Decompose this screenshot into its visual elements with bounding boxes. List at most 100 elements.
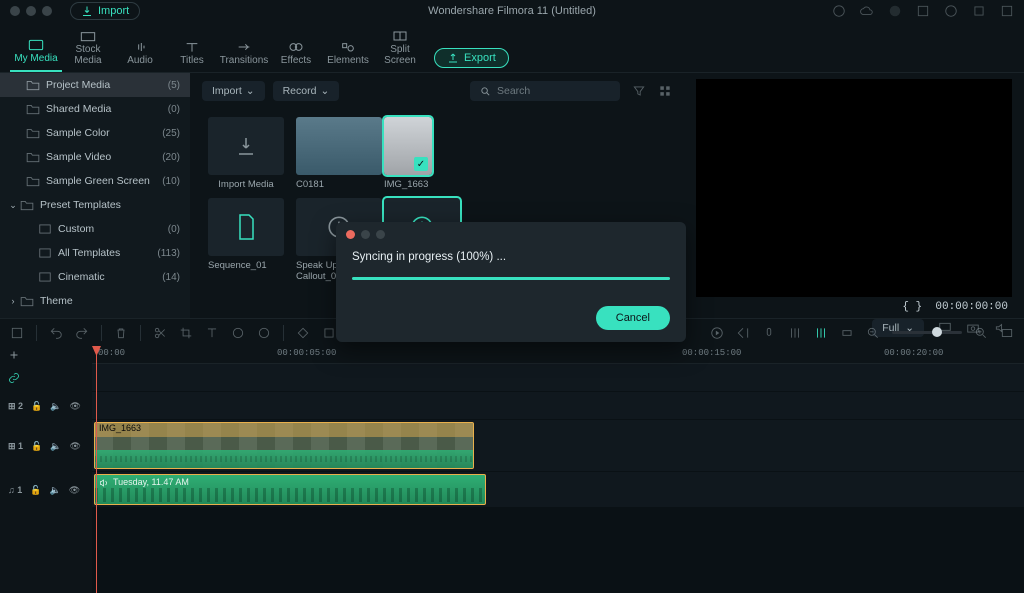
sidebar-item-sample-green[interactable]: Sample Green Screen(10) xyxy=(0,169,190,193)
save-icon[interactable] xyxy=(916,4,930,18)
thumb-c0181[interactable]: C0181 xyxy=(296,117,372,190)
modal-window-controls xyxy=(336,222,686,247)
new-project-icon[interactable] xyxy=(10,326,24,340)
green-screen-icon[interactable] xyxy=(322,326,336,340)
titlebar-actions xyxy=(832,4,1014,18)
sidebar-item-cinematic[interactable]: Cinematic(14) xyxy=(0,265,190,289)
tab-my-media[interactable]: My Media xyxy=(10,35,62,72)
mute-icon[interactable]: 🔈 xyxy=(49,485,60,496)
eye-icon[interactable]: 👁 xyxy=(69,441,80,452)
grid-view-icon[interactable] xyxy=(658,84,672,98)
sidebar-item-sample-color[interactable]: Sample Color(25) xyxy=(0,121,190,145)
lock-icon[interactable]: 🔓 xyxy=(30,485,41,496)
clip-audio-tuesday[interactable]: Tuesday, 11.47 AM xyxy=(94,474,486,505)
thumb-img1663[interactable]: ✓IMG_1663 xyxy=(384,117,432,190)
sidebar-item-project-media[interactable]: Project Media(5) xyxy=(0,73,190,97)
track-a1[interactable]: Tuesday, 11.47 AM xyxy=(92,472,1024,508)
tab-elements[interactable]: Elements xyxy=(322,37,374,72)
fit-icon[interactable] xyxy=(1000,326,1014,340)
keyframe-icon[interactable] xyxy=(296,326,310,340)
minimize-window-icon[interactable] xyxy=(26,6,36,16)
export-button[interactable]: Export xyxy=(434,48,509,68)
track-header-v2[interactable]: ⊞ 2🔓🔈👁 xyxy=(0,392,92,420)
eye-icon[interactable]: 👁 xyxy=(69,485,80,496)
sidebar-item-photos[interactable]: Photos Library xyxy=(0,313,190,318)
thumb-import-media[interactable]: Import Media xyxy=(208,117,284,190)
sync-modal: Syncing in progress (100%) ... Cancel xyxy=(336,222,686,342)
playhead[interactable] xyxy=(96,346,97,593)
tab-stock-media[interactable]: Stock Media xyxy=(62,26,114,72)
avatar-icon[interactable] xyxy=(888,4,902,18)
compass-icon[interactable] xyxy=(832,4,846,18)
clip-video-img1663[interactable]: IMG_1663 xyxy=(94,422,474,469)
mic-icon[interactable] xyxy=(762,326,776,340)
marker-icon[interactable] xyxy=(814,326,828,340)
sidebar-item-shared-media[interactable]: Shared Media(0) xyxy=(0,97,190,121)
timeline-ruler[interactable]: 00:00 00:00:05:00 00:00:15:00 00:00:20:0… xyxy=(92,346,1024,364)
help-icon[interactable] xyxy=(944,4,958,18)
play-icon[interactable] xyxy=(710,326,724,340)
zoom-out-icon[interactable] xyxy=(866,326,880,340)
undo-icon[interactable] xyxy=(49,326,63,340)
snap-icon[interactable] xyxy=(840,326,854,340)
chevron-down-icon: ⌄ xyxy=(246,85,255,97)
filter-icon[interactable] xyxy=(632,84,646,98)
speed-icon[interactable] xyxy=(231,326,245,340)
track-headers: ⊞ 2🔓🔈👁 ⊞ 1🔓🔈👁 ♫ 1🔓🔈👁 xyxy=(0,346,92,593)
tab-effects[interactable]: Effects xyxy=(270,37,322,72)
chevron-down-icon: ⌄ xyxy=(8,200,18,211)
settings-icon[interactable] xyxy=(972,4,986,18)
lock-icon[interactable]: 🔓 xyxy=(31,441,42,452)
preview-video[interactable] xyxy=(696,79,1012,297)
file-icon xyxy=(234,213,258,241)
track-area[interactable]: 00:00 00:00:05:00 00:00:15:00 00:00:20:0… xyxy=(92,346,1024,593)
modal-maximize-icon xyxy=(376,230,385,239)
window-controls xyxy=(10,6,52,16)
cloud-icon[interactable] xyxy=(860,4,874,18)
sidebar-item-sample-video[interactable]: Sample Video(20) xyxy=(0,145,190,169)
modal-close-icon[interactable] xyxy=(346,230,355,239)
search-input[interactable]: Search xyxy=(470,81,620,101)
timeline: ⊞ 2🔓🔈👁 ⊞ 1🔓🔈👁 ♫ 1🔓🔈👁 00:00 00:00:05:00 0… xyxy=(0,346,1024,593)
record-dropdown[interactable]: Record⌄ xyxy=(273,81,340,101)
tab-titles[interactable]: Titles xyxy=(166,37,218,72)
mute-icon[interactable]: 🔈 xyxy=(50,441,61,452)
track-header-a1[interactable]: ♫ 1🔓🔈👁 xyxy=(0,472,92,508)
import-icon xyxy=(234,134,258,158)
track-header-v1[interactable]: ⊞ 1🔓🔈👁 xyxy=(0,420,92,472)
sidebar-item-all-templates[interactable]: All Templates(113) xyxy=(0,241,190,265)
close-window-icon[interactable] xyxy=(10,6,20,16)
th-add-track[interactable] xyxy=(0,346,92,364)
redo-icon[interactable] xyxy=(75,326,89,340)
prev-icon[interactable] xyxy=(736,326,750,340)
tab-split-screen[interactable]: Split Screen xyxy=(374,26,426,72)
track-v1[interactable]: IMG_1663 xyxy=(92,420,1024,472)
text-icon[interactable] xyxy=(205,326,219,340)
color-icon[interactable] xyxy=(257,326,271,340)
delete-icon[interactable] xyxy=(114,326,128,340)
mixer-icon[interactable] xyxy=(788,326,802,340)
import-button[interactable]: Import xyxy=(70,2,140,20)
crop-icon[interactable] xyxy=(179,326,193,340)
sidebar-item-preset-templates[interactable]: ⌄Preset Templates xyxy=(0,193,190,217)
th-link[interactable] xyxy=(0,364,92,392)
zoom-slider[interactable] xyxy=(892,331,962,334)
search-icon xyxy=(480,86,491,97)
tab-transitions[interactable]: Transitions xyxy=(218,37,270,72)
track-v2[interactable] xyxy=(92,392,1024,420)
lock-icon[interactable]: 🔓 xyxy=(31,401,42,412)
sidebar-item-theme[interactable]: ›Theme xyxy=(0,289,190,313)
mute-icon[interactable]: 🔈 xyxy=(50,401,61,412)
thumb-sequence-01[interactable]: Sequence_01 xyxy=(208,198,284,282)
import-dropdown[interactable]: Import⌄ xyxy=(202,81,265,101)
sidebar-item-custom[interactable]: Custom(0) xyxy=(0,217,190,241)
split-icon[interactable] xyxy=(153,326,167,340)
track-link-row xyxy=(92,364,1024,392)
cancel-button[interactable]: Cancel xyxy=(596,306,670,330)
zoom-in-icon[interactable] xyxy=(974,326,988,340)
fullscreen-icon[interactable] xyxy=(1000,4,1014,18)
zoom-knob[interactable] xyxy=(932,327,942,337)
maximize-window-icon[interactable] xyxy=(42,6,52,16)
tab-audio[interactable]: Audio xyxy=(114,37,166,72)
eye-icon[interactable]: 👁 xyxy=(69,401,80,412)
